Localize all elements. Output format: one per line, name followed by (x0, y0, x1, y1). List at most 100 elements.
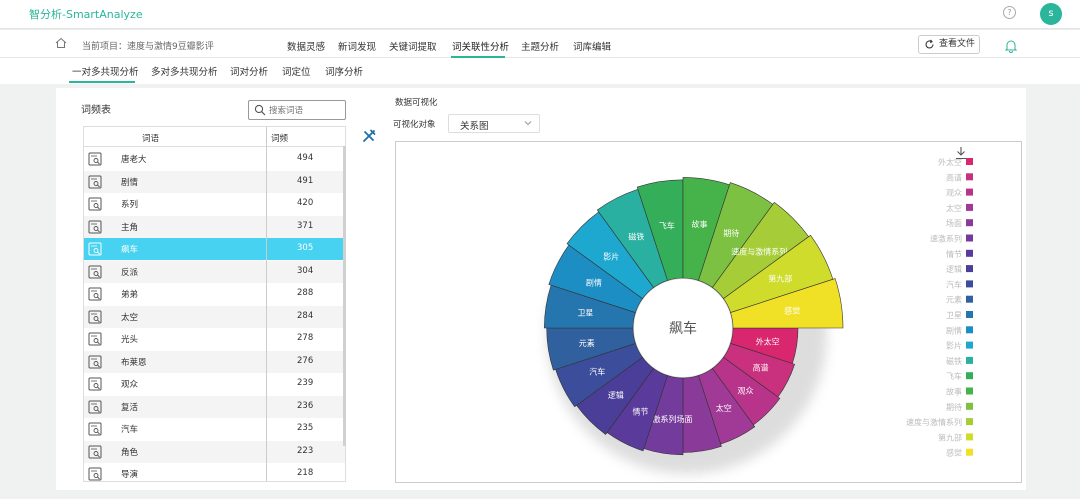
subtab-one-to-many[interactable]: 一对多共现分析 (72, 64, 139, 78)
search-box[interactable] (248, 100, 346, 120)
word-search-icon[interactable] (88, 197, 102, 211)
word-search-icon[interactable] (88, 310, 102, 324)
word-search-icon[interactable] (88, 400, 102, 414)
slice-label: 太空 (716, 403, 732, 413)
row-word: 汽车 (121, 425, 139, 435)
legend-swatch[interactable] (966, 433, 973, 441)
word-search-icon[interactable] (88, 422, 102, 436)
row-freq: 236 (297, 400, 314, 411)
table-row[interactable]: 汽车 235 (84, 418, 345, 440)
table-row[interactable]: 复活 236 (84, 395, 345, 418)
subtab-many-to-many[interactable]: 多对多共现分析 (151, 64, 218, 78)
row-word: 主角 (121, 222, 139, 233)
legend-swatch[interactable] (966, 448, 973, 456)
row-freq: 218 (297, 468, 314, 478)
legend-label: 太空 (946, 203, 962, 213)
legend-swatch[interactable] (966, 418, 973, 426)
tab-topic-analysis[interactable]: 主题分析 (521, 39, 559, 53)
tab-keyword-extraction[interactable]: 关键词提取 (389, 39, 437, 53)
search-input[interactable] (269, 104, 341, 117)
row-freq: 491 (297, 175, 314, 186)
word-search-icon[interactable] (88, 242, 102, 256)
legend-swatch[interactable] (966, 203, 973, 211)
legend-swatch[interactable] (966, 219, 973, 227)
slice-label: 飞车 (659, 220, 675, 230)
legend-label: 逻辑 (946, 264, 962, 274)
legend-swatch[interactable] (966, 188, 973, 196)
legend-label: 第九部 (938, 432, 962, 442)
bell-icon[interactable] (1004, 39, 1018, 53)
avatar[interactable]: s (1040, 3, 1062, 25)
table-row[interactable]: 剧情 491 (84, 170, 345, 193)
word-search-icon[interactable] (88, 355, 102, 369)
table-row[interactable]: 布莱恩 276 (84, 350, 345, 373)
legend-swatch[interactable] (966, 372, 973, 380)
subtab-word-locate[interactable]: 词定位 (282, 64, 311, 78)
subtab-word-pair[interactable]: 词对分析 (230, 64, 268, 78)
row-word: 唐老大 (121, 155, 147, 165)
word-search-icon[interactable] (88, 287, 102, 301)
table-row[interactable]: 导演 218 (84, 463, 345, 481)
slice-label: 磁铁 (628, 232, 644, 242)
table-row[interactable]: 系列 420 (84, 193, 345, 215)
legend-swatch[interactable] (966, 326, 973, 334)
header-freq: 词频 (271, 134, 289, 144)
word-search-icon[interactable] (88, 445, 102, 459)
wrench-icon[interactable] (362, 129, 376, 143)
breadcrumb: 当前项目：速度与激情9豆瓣影评 (82, 42, 214, 52)
row-freq: 371 (297, 220, 314, 231)
word-search-icon[interactable] (88, 152, 102, 166)
tab-data-inspiration[interactable]: 数据灵感 (287, 39, 325, 53)
row-freq: 288 (297, 288, 314, 298)
legend-swatch[interactable] (966, 265, 973, 273)
legend-swatch[interactable] (966, 295, 973, 303)
home-icon[interactable] (55, 37, 67, 49)
legend-swatch[interactable] (966, 249, 973, 257)
table-row[interactable]: 弟弟 288 (84, 283, 345, 305)
app-title: 智分析-SmartAnalyze (29, 8, 143, 21)
subtab-word-order[interactable]: 词序分析 (325, 64, 363, 78)
viz-object-value: 关系图 (460, 121, 489, 132)
table-scrollbar[interactable] (343, 146, 346, 446)
download-icon[interactable] (954, 146, 968, 160)
word-search-icon[interactable] (88, 265, 102, 279)
legend-swatch[interactable] (966, 356, 973, 364)
slice-label: 外太空 (756, 336, 780, 346)
help-icon[interactable]: ? (1003, 6, 1016, 19)
viz-object-select[interactable]: 关系图 (448, 114, 540, 133)
row-freq: 235 (297, 423, 314, 433)
legend-swatch[interactable] (966, 387, 973, 395)
legend-swatch[interactable] (966, 341, 973, 349)
legend-label: 高谱 (946, 172, 962, 182)
legend-swatch[interactable] (966, 311, 973, 318)
table-row[interactable]: 观众 239 (84, 373, 345, 395)
word-search-icon[interactable] (88, 220, 102, 234)
legend-swatch[interactable] (966, 234, 973, 242)
table-row[interactable]: 太空 284 (84, 305, 345, 328)
table-row[interactable]: 角色 223 (84, 440, 345, 463)
active-subtab-indicator (69, 81, 135, 83)
legend-label: 速度与激情系列 (906, 417, 962, 427)
rose-chart: 外太空高谱观众太空速激系列场面情节逻辑汽车元素卫星剧情影片磁铁飞车 故事期待速度与… (544, 157, 973, 474)
row-freq: 305 (297, 243, 314, 253)
table-row[interactable]: 唐老大 494 (84, 148, 345, 170)
table-row[interactable]: 光头 278 (84, 328, 345, 350)
legend-swatch[interactable] (966, 173, 973, 181)
view-file-button[interactable]: 查看文件 (918, 35, 980, 54)
tab-word-association[interactable]: 词关联性分析 (452, 39, 509, 53)
slice-label: 高谱 (753, 363, 769, 373)
word-search-icon[interactable] (88, 467, 102, 481)
word-search-icon[interactable] (88, 377, 102, 391)
table-row[interactable]: 反派 304 (84, 260, 345, 283)
legend-label: 故事 (946, 387, 962, 397)
legend-swatch[interactable] (966, 280, 973, 288)
slice-label: 影片 (603, 251, 619, 261)
word-search-icon[interactable] (88, 175, 102, 189)
row-freq: 278 (297, 333, 314, 343)
word-search-icon[interactable] (88, 332, 102, 346)
tab-lexicon-edit[interactable]: 词库编辑 (573, 39, 611, 53)
table-row[interactable]: 飙车 305 (84, 238, 345, 260)
legend-swatch[interactable] (966, 402, 973, 410)
table-row[interactable]: 主角 371 (84, 215, 345, 238)
tab-new-word-discovery[interactable]: 新词发现 (338, 39, 376, 53)
